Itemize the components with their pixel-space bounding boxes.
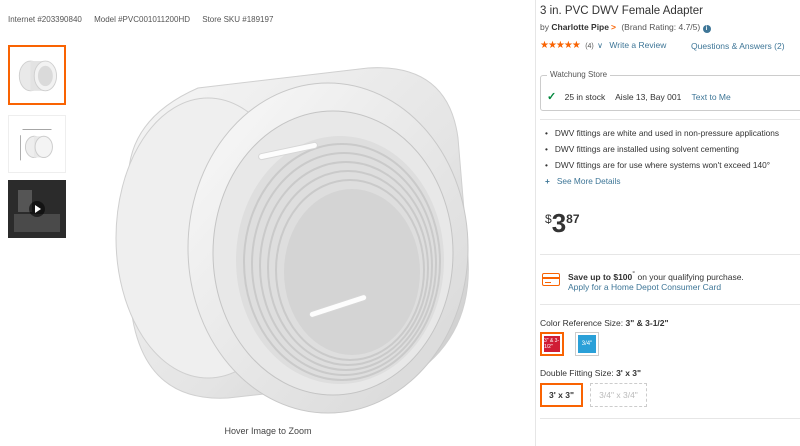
by-label: by xyxy=(540,22,549,32)
info-icon[interactable]: i xyxy=(702,25,711,33)
divider xyxy=(540,119,800,120)
product-main-image[interactable] xyxy=(78,48,518,418)
chevron-down-icon[interactable]: ∨ xyxy=(597,41,603,50)
model-number: Model #PVC001011200HD xyxy=(94,15,190,24)
fitting-size-option-unavailable[interactable]: 3/4" x 3/4" xyxy=(590,383,647,407)
product-title: 3 in. PVC DWV Female Adapter xyxy=(540,5,703,17)
text-to-me-link[interactable]: Text to Me xyxy=(692,92,731,102)
credit-offer-text: Save up to $100° on your qualifying purc… xyxy=(568,270,744,282)
thumbnail-video[interactable] xyxy=(8,180,66,238)
price-currency: $ xyxy=(545,212,552,226)
color-option-value: 3" & 3-1/2" xyxy=(625,318,669,328)
fitting-thumbnail-icon xyxy=(18,60,58,92)
price: $387 xyxy=(545,210,580,237)
price-dollars: 3 xyxy=(551,208,567,238)
star-rating-icon[interactable]: ★★★★★ xyxy=(540,40,581,51)
internet-number: Internet #203390840 xyxy=(8,15,82,24)
store-sku: Store SKU #189197 xyxy=(202,15,274,24)
brand-line: by Charlotte Pipe > (Brand Rating: 4.7/5)… xyxy=(540,22,711,33)
pvc-adapter-image xyxy=(115,67,469,414)
fitting-size-label: Double Fitting Size: 3' x 3" xyxy=(540,368,641,378)
write-review-link[interactable]: Write a Review xyxy=(609,40,666,50)
swatch-label: 3" & 3-1/2" xyxy=(544,336,560,352)
save-amount: Save up to $100 xyxy=(568,271,633,282)
see-more-details-link[interactable]: See More Details xyxy=(545,176,779,192)
play-icon[interactable] xyxy=(29,201,45,217)
divider xyxy=(540,254,800,255)
fitting-size-option-selected[interactable]: 3' x 3" xyxy=(540,383,583,407)
fitting-size-value: 3' x 3" xyxy=(616,368,642,378)
checkmark-icon: ✓ xyxy=(547,91,557,103)
thumbnail-main[interactable] xyxy=(8,45,66,105)
questions-answers-link[interactable]: Questions & Answers (2) xyxy=(691,41,785,51)
brand-rating: (Brand Rating: 4.7/5) xyxy=(621,22,701,32)
color-swatch-selected[interactable]: 3" & 3-1/2" xyxy=(540,332,564,356)
feature-bullets: DWV fittings are white and used in non-p… xyxy=(545,128,779,192)
feature-bullet: DWV fittings are for use where systems w… xyxy=(545,160,779,176)
chevron-right-icon: > xyxy=(610,22,616,32)
stock-row: ✓ 25 in stock Aisle 13, Bay 001 Text to … xyxy=(547,90,731,103)
store-availability-box: Watchung Store ✓ 25 in stock Aisle 13, B… xyxy=(540,70,800,111)
swatch-label: 3/4" xyxy=(578,335,596,353)
divider xyxy=(540,418,800,419)
fitting-size-name: Double Fitting Size: xyxy=(540,368,614,378)
feature-bullet: DWV fittings are installed using solvent… xyxy=(545,144,779,160)
apply-card-link[interactable]: Apply for a Home Depot Consumer Card xyxy=(568,282,721,292)
credit-card-icon xyxy=(542,273,560,286)
thumbnail-dimensions[interactable] xyxy=(8,115,66,173)
stock-count: 25 in stock xyxy=(564,92,606,102)
brand-link[interactable]: Charlotte Pipe xyxy=(551,22,609,32)
dimension-diagram-icon xyxy=(20,129,53,161)
rating-line: ★★★★★ (4) ∨ Write a Review xyxy=(540,40,666,51)
aisle-location: Aisle 13, Bay 001 xyxy=(615,92,682,102)
price-cents: 87 xyxy=(566,212,580,226)
color-swatch[interactable]: 3/4" xyxy=(575,332,599,356)
color-option-name: Color Reference Size: xyxy=(540,318,624,328)
color-option-label: Color Reference Size: 3" & 3-1/2" xyxy=(540,318,669,328)
product-identifiers: Internet #203390840 Model #PVC001011200H… xyxy=(8,15,283,24)
review-count[interactable]: (4) xyxy=(585,43,594,50)
divider xyxy=(540,304,800,305)
store-name[interactable]: Watchung Store xyxy=(547,70,611,79)
feature-bullet: DWV fittings are white and used in non-p… xyxy=(545,128,779,144)
save-suffix: on your qualifying purchase. xyxy=(635,271,744,282)
hover-zoom-note: Hover Image to Zoom xyxy=(224,426,312,436)
column-divider xyxy=(535,0,536,446)
